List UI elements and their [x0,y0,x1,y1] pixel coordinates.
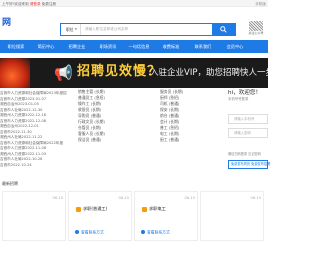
card-date: 06-15 [250,196,261,200]
job-link[interactable]: 仓管员 (长期) [78,125,101,131]
qr-label: 关注公众号 [248,31,264,35]
card-title[interactable]: 求职(普通工) [83,206,107,211]
news-item[interactable]: 吉首市2022-11-30 [0,130,32,134]
job-link[interactable]: 会计 (长期) [160,119,179,125]
nav-item-member[interactable]: 会员中心 [220,40,250,53]
banner-headline: 招聘见效慢？ [77,64,162,79]
contact-link[interactable]: 查看联系方式 [141,230,170,235]
qr-code: 关注公众号 [246,21,266,37]
job-link[interactable]: 厨工 (普通) [160,137,179,143]
job-link[interactable]: 保洁员 (普通) [78,137,101,143]
promo-banner[interactable]: 📢 招聘见效慢？ 入驻企业VIP，助您招聘快人一步 [0,58,268,88]
greeting: 上午好!欢迎来到 请登录 免费注册 [2,1,57,6]
mobile-link[interactable]: 手机版 [255,2,266,6]
news-item[interactable]: 吉首市人社局2022-12-30 [0,108,42,112]
card-date: 06-15 [52,196,63,200]
password-field[interactable]: 请输入密码 [228,128,268,138]
job-link[interactable]: 行政文员 (长期) [78,119,105,125]
phone-icon [141,230,145,234]
job-card[interactable]: 06-15 求职电工 查看联系方式 [134,191,198,241]
top-bar: 上午好!欢迎来到 请登录 免费注册 手机版 [0,0,268,7]
job-link[interactable]: 服务员 (长期) [160,89,183,95]
job-link[interactable]: 保安 (长期) [160,107,179,113]
job-link[interactable]: 操作工 (长期) [78,101,101,107]
main-nav: 职位搜索 简历中心 招聘企业 职场资讯 一句话信息 收费标准 联系我们 会员中心 [0,40,268,53]
nav-item-one-line[interactable]: 一句话信息 [124,40,154,53]
job-badge-icon [76,207,81,212]
job-link[interactable]: 普工 (急招) [160,125,179,131]
news-item[interactable]: 湘西自治州2022-12-01 [0,124,39,128]
nav-item-resume[interactable]: 简历中心 [32,40,60,53]
news-item[interactable]: 吉首市人力资源2022-11-08 [0,146,46,150]
news-item[interactable]: 吉首市人力资源和社会保障局2022年度 [0,141,63,145]
qr-code-icon [249,21,263,31]
nav-item-news[interactable]: 职场资讯 [94,40,122,53]
news-item[interactable]: 吉首市人力资源和社会保障局2023年度招 [0,91,67,95]
login-links[interactable]: 微信扫码登录 忘记密码 [228,152,261,157]
search-button[interactable] [212,23,236,36]
chevron-down-icon: ▼ [74,27,77,31]
search-category-select[interactable]: 职位 ▼ [61,24,81,35]
contact-link[interactable]: 查看联系方式 [75,230,104,235]
welcome-title: hi，欢迎您！ [228,90,262,96]
site-logo[interactable]: 网 [2,18,12,29]
megaphone-icon: 📢 [54,64,73,82]
news-item[interactable]: 吉首市人力资源2022-12-08 [0,119,46,123]
job-badge-icon [142,207,147,212]
nav-item-contact[interactable]: 联系我们 [188,40,218,53]
card-date: 06-15 [118,196,129,200]
search-box: 职位 ▼ 请输入职位名称或公司名称 [60,23,236,36]
news-item[interactable]: 吉首市人社局2022-10-28 [0,157,42,161]
nav-item-companies[interactable]: 招聘企业 [62,40,92,53]
login-panel: hi，欢迎您！ 手机号号登录 请输入手机号 请输入密码 微信扫码登录 忘记密码 … [226,90,270,176]
news-list: 吉首市人力资源和社会保障局2023年度招 吉首市人力资源2023-01-07 湘… [0,88,67,167]
job-card[interactable]: 06-15 [2,191,66,241]
search-input[interactable]: 请输入职位名称或公司名称 [85,24,128,35]
job-link[interactable]: 司机 (普通) [160,101,179,107]
news-item[interactable]: 吉首市2022-10-24 [0,163,32,167]
search-icon [220,26,227,33]
banner-subline: 入驻企业VIP，助您招聘快人一步 [150,68,268,78]
section-label: 最新招聘 [2,181,18,186]
card-date: 06-15 [184,196,195,200]
login-link[interactable]: 请登录 [30,2,41,6]
job-card[interactable]: 06-15 求职(普通工) 查看联系方式 [68,191,132,241]
news-item[interactable]: 湘西州人社局2022-11-22 [0,135,42,139]
news-item[interactable]: 吉首市人力资源2023-01-07 [0,97,46,101]
job-link[interactable]: 厨师 (急招) [160,95,179,101]
job-card[interactable]: 06-15 [200,191,264,241]
job-link[interactable]: 普通员工 (急招) [78,95,105,101]
header: 网 职位 ▼ 请输入职位名称或公司名称 关注公众号 [0,7,268,37]
phone-icon [75,230,79,234]
job-link[interactable]: 收银员 (长期) [78,107,101,113]
news-item[interactable]: 湘西自治州2023-01-05 [0,102,39,106]
news-item[interactable]: 湘西州人力资源2022-12-16 [0,113,46,117]
phone-field[interactable]: 请输入手机号 [228,114,268,124]
job-link[interactable]: 导购员 (普通) [78,113,101,119]
job-link[interactable]: 电工 (长期) [160,131,179,137]
register-link[interactable]: 免费注册 [42,2,56,6]
login-hint: 手机号号登录 [228,97,249,101]
publish-buttons[interactable]: 免费发布简历 免费发布招聘 [228,160,270,169]
job-link[interactable]: 销售主管 (长期) [78,89,105,95]
card-title[interactable]: 求职电工 [149,206,166,211]
banner-accent [0,58,30,88]
news-item[interactable]: 湘西州人力资源2022-11-03 [0,152,46,156]
job-link[interactable]: 客服人员 (长期) [78,131,105,137]
nav-item-jobs[interactable]: 职位搜索 [2,40,30,53]
nav-item-pricing[interactable]: 收费标准 [156,40,186,53]
job-link[interactable]: 前台 (普通) [160,113,179,119]
